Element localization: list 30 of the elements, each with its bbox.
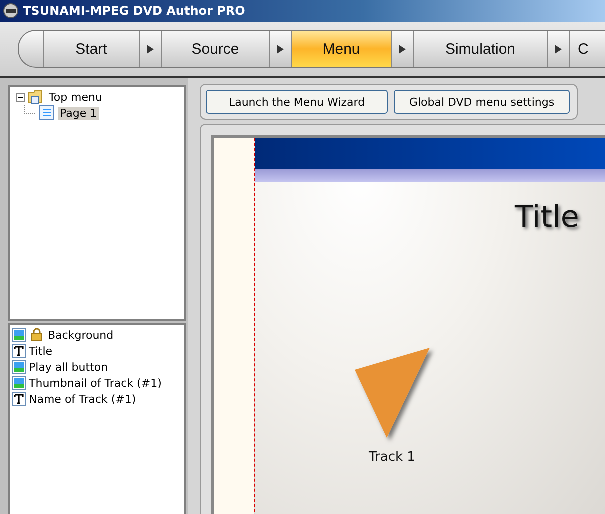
- layer-item[interactable]: Background: [48, 328, 114, 342]
- wizard-button[interactable]: Launch the Menu Wizard: [206, 90, 388, 114]
- step-tab[interactable]: Menu: [292, 31, 392, 67]
- arrow-right-icon: [147, 44, 154, 54]
- layer-item[interactable]: Title: [29, 344, 53, 358]
- layer-item[interactable]: Play all button: [29, 360, 108, 374]
- collapse-icon[interactable]: [16, 92, 25, 102]
- page-icon: [39, 105, 55, 121]
- arrow-right-icon: [555, 44, 562, 54]
- tree-line: [24, 105, 36, 114]
- image-icon: [12, 360, 26, 374]
- window-title: TSUNAMI-MPEG DVD Author PRO: [23, 4, 246, 18]
- step-tab[interactable]: Source: [162, 31, 270, 67]
- layer-item[interactable]: Name of Track (#1): [29, 392, 136, 406]
- text-icon: [12, 392, 26, 406]
- settings-button[interactable]: Global DVD menu settings: [394, 90, 570, 114]
- arrow-right-icon: [399, 44, 406, 54]
- layer-item[interactable]: Thumbnail of Track (#1): [29, 376, 162, 390]
- folder-icon: [28, 89, 44, 105]
- step-tab[interactable]: Start: [44, 31, 140, 67]
- app-logo-icon: [3, 3, 19, 19]
- arrow-right-icon: [277, 44, 284, 54]
- step-tab[interactable]: Simulation: [414, 31, 548, 67]
- track-label: Track 1: [369, 450, 416, 465]
- image-icon: [12, 328, 26, 342]
- tree-item[interactable]: Top menu: [47, 90, 104, 104]
- image-icon: [12, 376, 26, 390]
- tree-item[interactable]: Page 1: [58, 106, 100, 120]
- text-icon: [12, 344, 26, 358]
- menu-title-text: Title: [515, 200, 580, 235]
